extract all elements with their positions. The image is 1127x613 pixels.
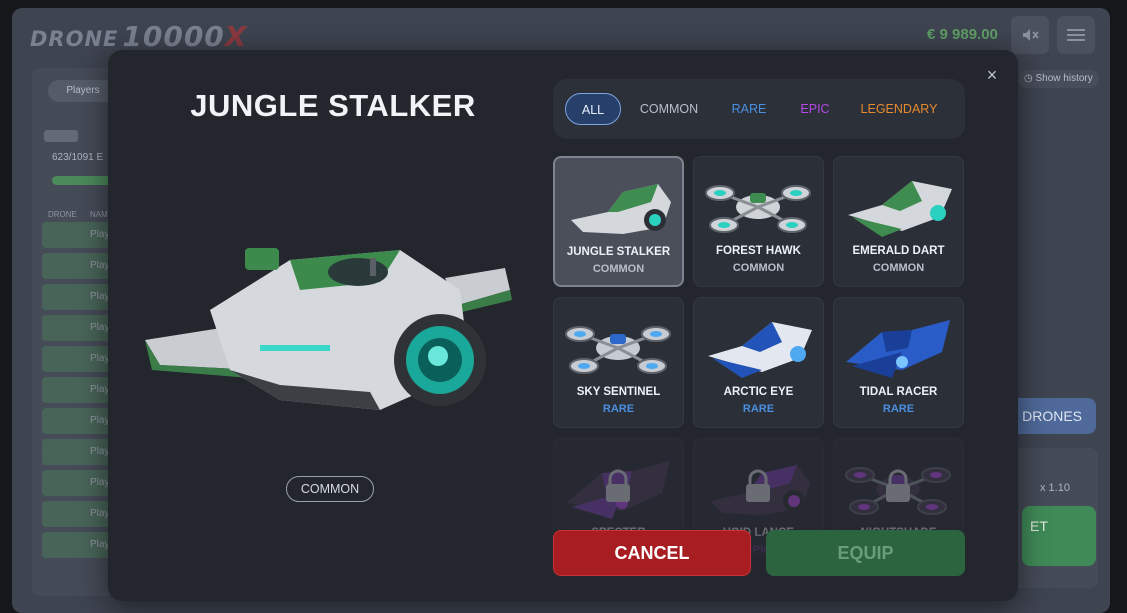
sound-toggle-button[interactable] bbox=[1011, 16, 1049, 54]
game-logo: DRONE 10000X bbox=[30, 20, 248, 53]
player-name: Play bbox=[90, 539, 110, 550]
drone-thumbnail bbox=[571, 184, 671, 234]
multiplier-label: x 1.10 bbox=[1040, 482, 1070, 494]
drone-card-rarity: COMMON bbox=[592, 263, 645, 275]
filter-tab-common[interactable]: COMMON bbox=[633, 93, 705, 125]
filter-tab-rare[interactable]: RARE bbox=[721, 93, 777, 125]
drone-card[interactable]: SKY SENTINEL RARE bbox=[553, 297, 684, 428]
player-name: Play bbox=[90, 260, 110, 271]
drone-card[interactable]: TIDAL RACER RARE bbox=[833, 297, 964, 428]
show-history-button[interactable]: ◷ Show history bbox=[1018, 70, 1099, 88]
drone-card[interactable]: FOREST HAWK COMMON bbox=[693, 156, 824, 287]
lock-icon bbox=[746, 469, 770, 502]
player-name: Play bbox=[90, 508, 110, 519]
player-name: Play bbox=[90, 415, 110, 426]
drone-card-rarity: RARE bbox=[602, 403, 635, 415]
drone-card-rarity: RARE bbox=[882, 403, 915, 415]
player-name: Play bbox=[90, 291, 110, 302]
player-name: Play bbox=[90, 477, 110, 488]
drones-button[interactable]: DRONES bbox=[1008, 398, 1096, 434]
drone-card-rarity: RARE bbox=[742, 403, 775, 415]
hamburger-icon bbox=[1067, 29, 1085, 41]
player-name: Play bbox=[90, 229, 110, 240]
progress-bar bbox=[52, 176, 112, 185]
rarity-filter-bar: ALL COMMON RARE EPIC LEGENDARY bbox=[553, 79, 965, 139]
drone-card-name: TIDAL RACER bbox=[859, 386, 938, 398]
drone-thumbnail bbox=[565, 326, 671, 374]
drone-card-rarity: COMMON bbox=[732, 262, 785, 274]
player-name: Play bbox=[90, 322, 110, 333]
drone-card-name: SKY SENTINEL bbox=[576, 386, 661, 398]
drone-card-name: FOREST HAWK bbox=[716, 245, 801, 257]
drone-thumbnail bbox=[846, 320, 950, 378]
drone-thumb-icon bbox=[44, 130, 78, 142]
filter-tab-all[interactable]: ALL bbox=[565, 93, 621, 125]
drone-card-rarity: COMMON bbox=[872, 262, 925, 274]
column-header-name: NAM bbox=[90, 210, 108, 219]
filter-tab-epic[interactable]: EPIC bbox=[789, 93, 841, 125]
bet-button[interactable]: ET bbox=[1022, 506, 1096, 566]
player-name: Play bbox=[90, 384, 110, 395]
drone-thumbnail bbox=[705, 185, 811, 233]
drone-preview-image bbox=[145, 248, 512, 410]
drone-thumbnail bbox=[708, 322, 812, 378]
mute-icon bbox=[1023, 29, 1039, 41]
drone-card-name: ARCTIC EYE bbox=[723, 386, 794, 398]
progress-text: 623/1091 E bbox=[52, 152, 104, 163]
equip-button[interactable]: EQUIP bbox=[766, 530, 965, 576]
filter-tab-legendary[interactable]: LEGENDARY bbox=[851, 93, 947, 125]
drone-card-name: JUNGLE STALKER bbox=[566, 246, 671, 258]
lock-icon bbox=[886, 469, 910, 502]
menu-button[interactable] bbox=[1057, 16, 1095, 54]
lock-icon bbox=[606, 469, 630, 502]
drone-card[interactable]: JUNGLE STALKER COMMON bbox=[553, 156, 684, 287]
cancel-button[interactable]: CANCEL bbox=[553, 530, 751, 576]
drone-select-modal: × JUNGLE STALKER COMMON ALL COMMON RARE … bbox=[108, 50, 1018, 601]
close-icon[interactable]: × bbox=[981, 64, 1003, 86]
drone-thumbnail bbox=[848, 181, 952, 237]
drone-card[interactable]: ARCTIC EYE RARE bbox=[693, 297, 824, 428]
drone-card-name: EMERALD DART bbox=[852, 245, 945, 257]
player-name: Play bbox=[90, 446, 110, 457]
balance-display: € 9 989.00 bbox=[927, 26, 998, 43]
player-name: Play bbox=[90, 353, 110, 364]
rarity-badge: COMMON bbox=[286, 476, 374, 502]
selected-drone-title: JUNGLE STALKER bbox=[190, 88, 476, 123]
drone-card[interactable]: EMERALD DART COMMON bbox=[833, 156, 964, 287]
column-header-drone: DRONE bbox=[48, 210, 77, 219]
